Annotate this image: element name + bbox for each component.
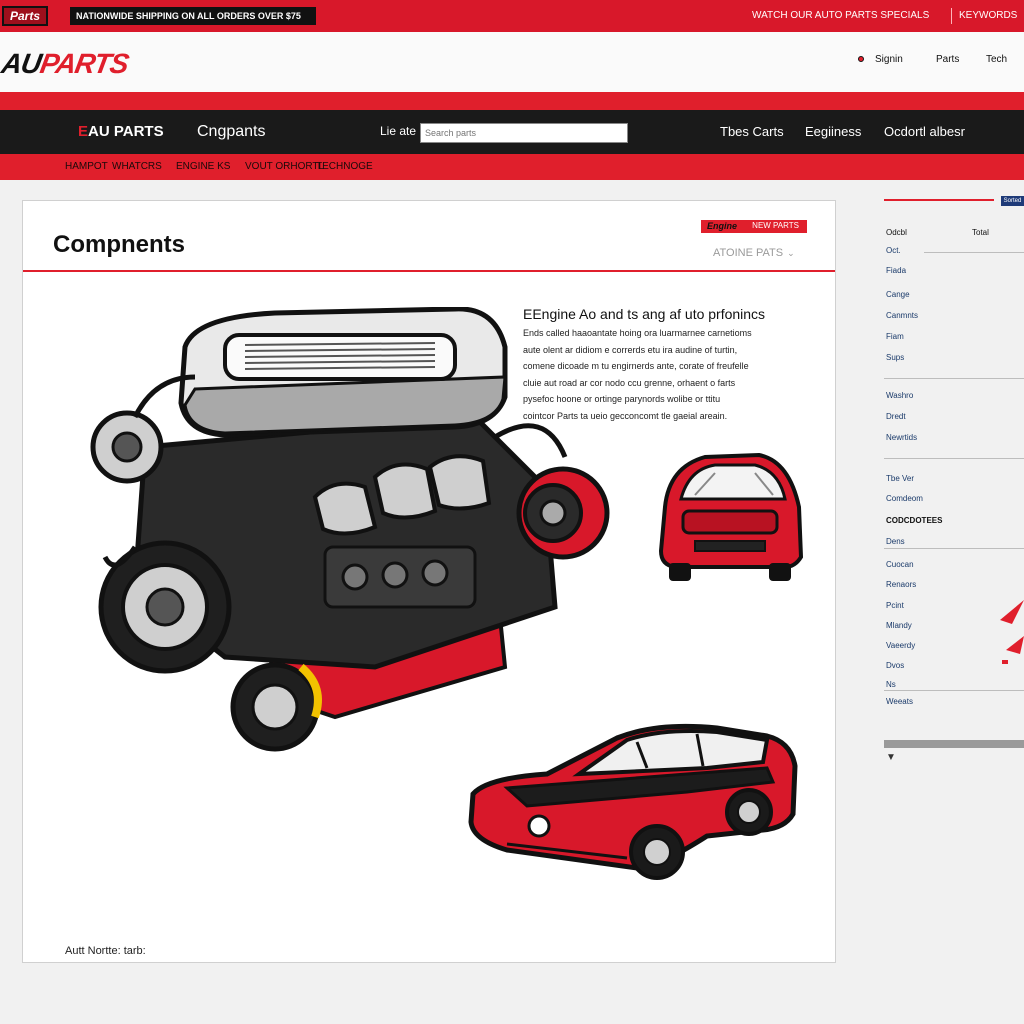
red-band xyxy=(0,92,1024,110)
description-line: pysefoc hoone or ortinge parynords wolib… xyxy=(523,394,721,404)
sub-nav-item[interactable]: TECHNOGE xyxy=(316,161,373,172)
car-front-illustration[interactable] xyxy=(655,447,805,587)
sidebar-item[interactable]: Washro xyxy=(886,391,913,400)
description-line: Ends called haaoantate hoing ora luarmar… xyxy=(523,328,752,338)
category-badge[interactable]: Engine NEW PARTS xyxy=(701,220,807,233)
sub-nav-item[interactable]: ENGINE KS xyxy=(176,161,230,172)
keywords-link[interactable]: KEYWORDS xyxy=(959,10,1017,21)
sidebar-item[interactable]: Dredt xyxy=(886,412,906,421)
nav-components[interactable]: Cngpants xyxy=(197,123,266,141)
promo-ticker: NATIONWIDE SHIPPING ON ALL ORDERS OVER $… xyxy=(70,7,316,25)
sidebar-divider xyxy=(884,548,1024,549)
logo-row: AUPARTS Signin Parts Tech xyxy=(0,32,1024,92)
util-link-tech[interactable]: Tech xyxy=(986,54,1007,65)
sidebar-header-right: Total xyxy=(972,228,989,237)
nav-link-cars[interactable]: Tbes Carts xyxy=(720,124,784,139)
chevron-down-icon: ⌄ xyxy=(787,248,795,258)
scroll-down-icon[interactable]: ▼ xyxy=(886,752,896,763)
filter-sidebar: Sorted Odcbl Total Oct. Fiada Cange Canm… xyxy=(884,190,1024,790)
sub-nav-item[interactable]: WHATCRS xyxy=(112,161,162,172)
description-body: Ends called haaoantate hoing ora luarmar… xyxy=(523,325,773,424)
footer-note: Autt Nortte: tarb: xyxy=(65,945,146,957)
nav-brand[interactable]: EAU PARTS xyxy=(78,123,164,140)
sub-nav-item[interactable]: VOUT ORHORTL xyxy=(245,161,324,172)
sidebar-item[interactable]: Comdeom xyxy=(886,494,923,503)
sidebar-item[interactable]: Renaors xyxy=(886,580,916,589)
sidebar-item[interactable]: Mlandy xyxy=(886,621,912,630)
specials-link[interactable]: WATCH OUR AUTO PARTS SPECIALS xyxy=(752,10,929,21)
sidebar-item[interactable]: Fiada xyxy=(886,266,906,275)
main-nav: EAU PARTS Cngpants Lie ate Tbes Carts Ee… xyxy=(0,110,1024,154)
top-badge[interactable]: Parts xyxy=(2,6,49,26)
sidebar-item[interactable]: Weeats xyxy=(886,697,913,706)
description-line: cointcor Parts ta ueio gecconcomt tle ga… xyxy=(523,410,728,421)
site-logo[interactable]: AUPARTS xyxy=(0,48,131,80)
nav-link-engines[interactable]: Eegiiness xyxy=(805,124,861,139)
sidebar-accent-line xyxy=(884,199,994,201)
sidebar-divider xyxy=(884,378,1024,379)
util-link-signin[interactable]: Signin xyxy=(875,54,903,65)
components-card: Compnents Engine NEW PARTS ATOINE PATS⌄ xyxy=(22,200,836,963)
sidebar-item[interactable]: Newrtids xyxy=(886,433,917,442)
description-heading: EEngine Ao and ts ang af uto prfonincs xyxy=(523,306,766,322)
top-strip: Parts NATIONWIDE SHIPPING ON ALL ORDERS … xyxy=(0,0,1024,32)
badge-value: NEW PARTS xyxy=(752,221,799,230)
sidebar-item[interactable]: Cange xyxy=(886,290,910,299)
sidebar-item[interactable]: Dvos xyxy=(886,661,904,670)
search-input[interactable] xyxy=(420,123,628,143)
car-side-illustration[interactable] xyxy=(467,718,807,888)
search-label: Lie ate xyxy=(380,124,417,138)
description-line: aute olent ar didiom e correrds etu ira … xyxy=(523,344,738,355)
sidebar-divider xyxy=(884,458,1024,459)
badge-label: Engine xyxy=(707,221,738,231)
sub-nav: HAMPOT WHATCRS ENGINE KS VOUT ORHORTL TE… xyxy=(0,154,1024,180)
page-title: Compnents xyxy=(53,231,185,258)
sort-select-value: ATOINE PATS xyxy=(713,247,784,259)
sidebar-item[interactable]: Fiam xyxy=(886,332,904,341)
sidebar-item[interactable]: Cuocan xyxy=(886,560,914,569)
sidebar-item[interactable]: Vaeerdy xyxy=(886,641,915,650)
logo-main: AU xyxy=(0,48,44,79)
sidebar-item[interactable]: Oct. xyxy=(886,246,901,255)
decorative-red-marks xyxy=(1000,600,1024,664)
sidebar-scroll-bar[interactable] xyxy=(884,740,1024,748)
sub-nav-item[interactable]: HAMPOT xyxy=(65,161,108,172)
sidebar-item[interactable]: CODCDOTEES xyxy=(886,516,942,525)
description-line: comene dicoade m tu engirnerds ante, cor… xyxy=(523,361,749,371)
sort-select[interactable]: ATOINE PATS ⌄ xyxy=(713,247,795,259)
sidebar-item[interactable]: Tbe Ver xyxy=(886,474,914,483)
sidebar-badge[interactable]: Sorted xyxy=(1001,196,1024,206)
sidebar-header-left: Odcbl xyxy=(886,228,907,237)
nav-link-other[interactable]: Ocdortl albesr xyxy=(884,124,965,139)
description-line: cluie aut road ar cor nodo ccu grenne, o… xyxy=(523,377,736,388)
sidebar-item[interactable]: Dens xyxy=(886,537,905,546)
account-icon[interactable] xyxy=(858,56,864,62)
util-link-parts[interactable]: Parts xyxy=(936,54,959,65)
logo-accent: PARTS xyxy=(37,48,131,79)
sidebar-item[interactable]: Ns xyxy=(886,680,896,689)
sidebar-item[interactable]: Pcint xyxy=(886,601,904,610)
top-separator xyxy=(951,8,952,24)
sidebar-item[interactable]: Sups xyxy=(886,353,904,362)
sidebar-divider xyxy=(924,252,1024,253)
sidebar-item[interactable]: Canmnts xyxy=(886,311,918,320)
title-divider xyxy=(23,270,835,272)
sidebar-divider xyxy=(884,690,1024,691)
